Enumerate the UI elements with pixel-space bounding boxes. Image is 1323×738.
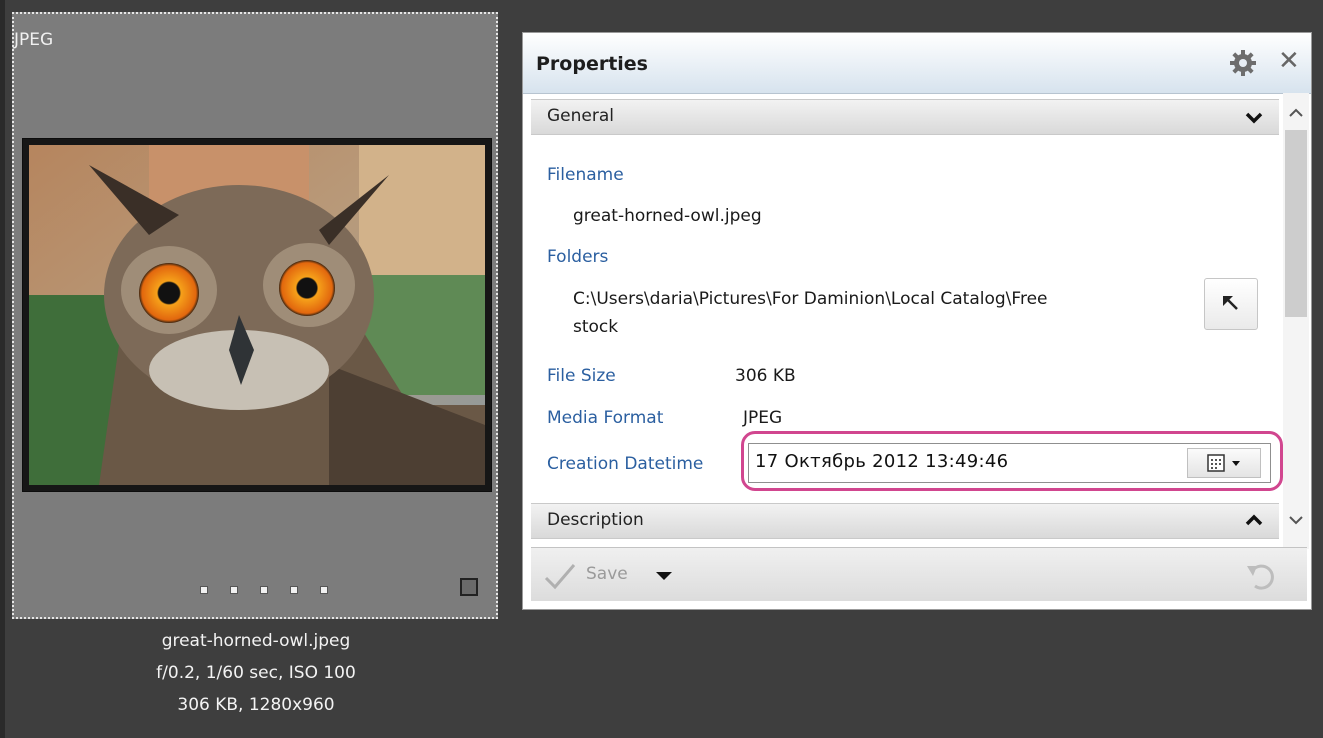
folders-value-line1: C:\Users\daria\Pictures\For Daminion\Loc… xyxy=(573,289,1048,309)
section-description[interactable]: Description xyxy=(531,503,1279,539)
folders-label: Folders xyxy=(547,247,609,267)
filename-value: great-horned-owl.jpeg xyxy=(573,206,762,226)
checkmark-icon xyxy=(544,564,576,590)
properties-panel: Properties ✕ General Filename great-horn… xyxy=(522,32,1312,610)
save-dropdown-icon[interactable] xyxy=(655,570,673,582)
gear-icon[interactable] xyxy=(1229,49,1257,77)
scroll-down-arrow-icon[interactable] xyxy=(1285,510,1307,530)
section-description-label: Description xyxy=(547,510,644,530)
highlight-annotation xyxy=(741,431,1283,491)
caption-filename: great-horned-owl.jpeg xyxy=(161,631,351,651)
media-format-value: JPEG xyxy=(743,408,783,428)
page-dots[interactable] xyxy=(200,586,328,594)
chevron-down-icon[interactable] xyxy=(1245,108,1263,126)
properties-toolbar: Save xyxy=(531,547,1307,601)
page-dot[interactable] xyxy=(320,586,328,594)
media-format-label: Media Format xyxy=(547,408,664,428)
caption-exposure: f/0.2, 1/60 sec, ISO 100 xyxy=(156,663,356,683)
page-dot[interactable] xyxy=(290,586,298,594)
thumbnail-tile[interactable]: JPEG xyxy=(12,12,498,619)
save-button[interactable]: Save xyxy=(586,564,628,584)
close-icon[interactable]: ✕ xyxy=(1278,47,1300,75)
select-checkbox[interactable] xyxy=(460,578,478,596)
photo-frame[interactable] xyxy=(22,138,492,492)
section-general[interactable]: General xyxy=(531,99,1279,135)
properties-header: Properties ✕ xyxy=(523,33,1311,94)
scrollbar-thumb[interactable] xyxy=(1285,130,1307,317)
arrow-up-left-icon xyxy=(1223,296,1238,310)
creation-datetime-label: Creation Datetime xyxy=(547,454,704,474)
caption-size: 306 KB, 1280x960 xyxy=(177,695,335,715)
properties-title: Properties xyxy=(536,53,648,75)
format-label: JPEG xyxy=(14,30,54,50)
filename-label: Filename xyxy=(547,165,624,185)
file-size-value: 306 KB xyxy=(735,366,796,386)
thumbnail-caption: great-horned-owl.jpeg f/0.2, 1/60 sec, I… xyxy=(0,625,512,721)
open-folder-button[interactable] xyxy=(1204,278,1258,330)
folders-value-line2: stock xyxy=(573,317,619,337)
chevron-up-icon[interactable] xyxy=(1245,512,1263,530)
right-edge xyxy=(1313,0,1323,738)
owl-photo xyxy=(29,145,485,485)
page-dot[interactable] xyxy=(200,586,208,594)
section-general-label: General xyxy=(547,106,614,126)
page-dot[interactable] xyxy=(230,586,238,594)
scroll-up-arrow-icon[interactable] xyxy=(1285,103,1307,123)
page-dot[interactable] xyxy=(260,586,268,594)
file-size-label: File Size xyxy=(547,366,616,386)
undo-icon[interactable] xyxy=(1243,560,1279,592)
